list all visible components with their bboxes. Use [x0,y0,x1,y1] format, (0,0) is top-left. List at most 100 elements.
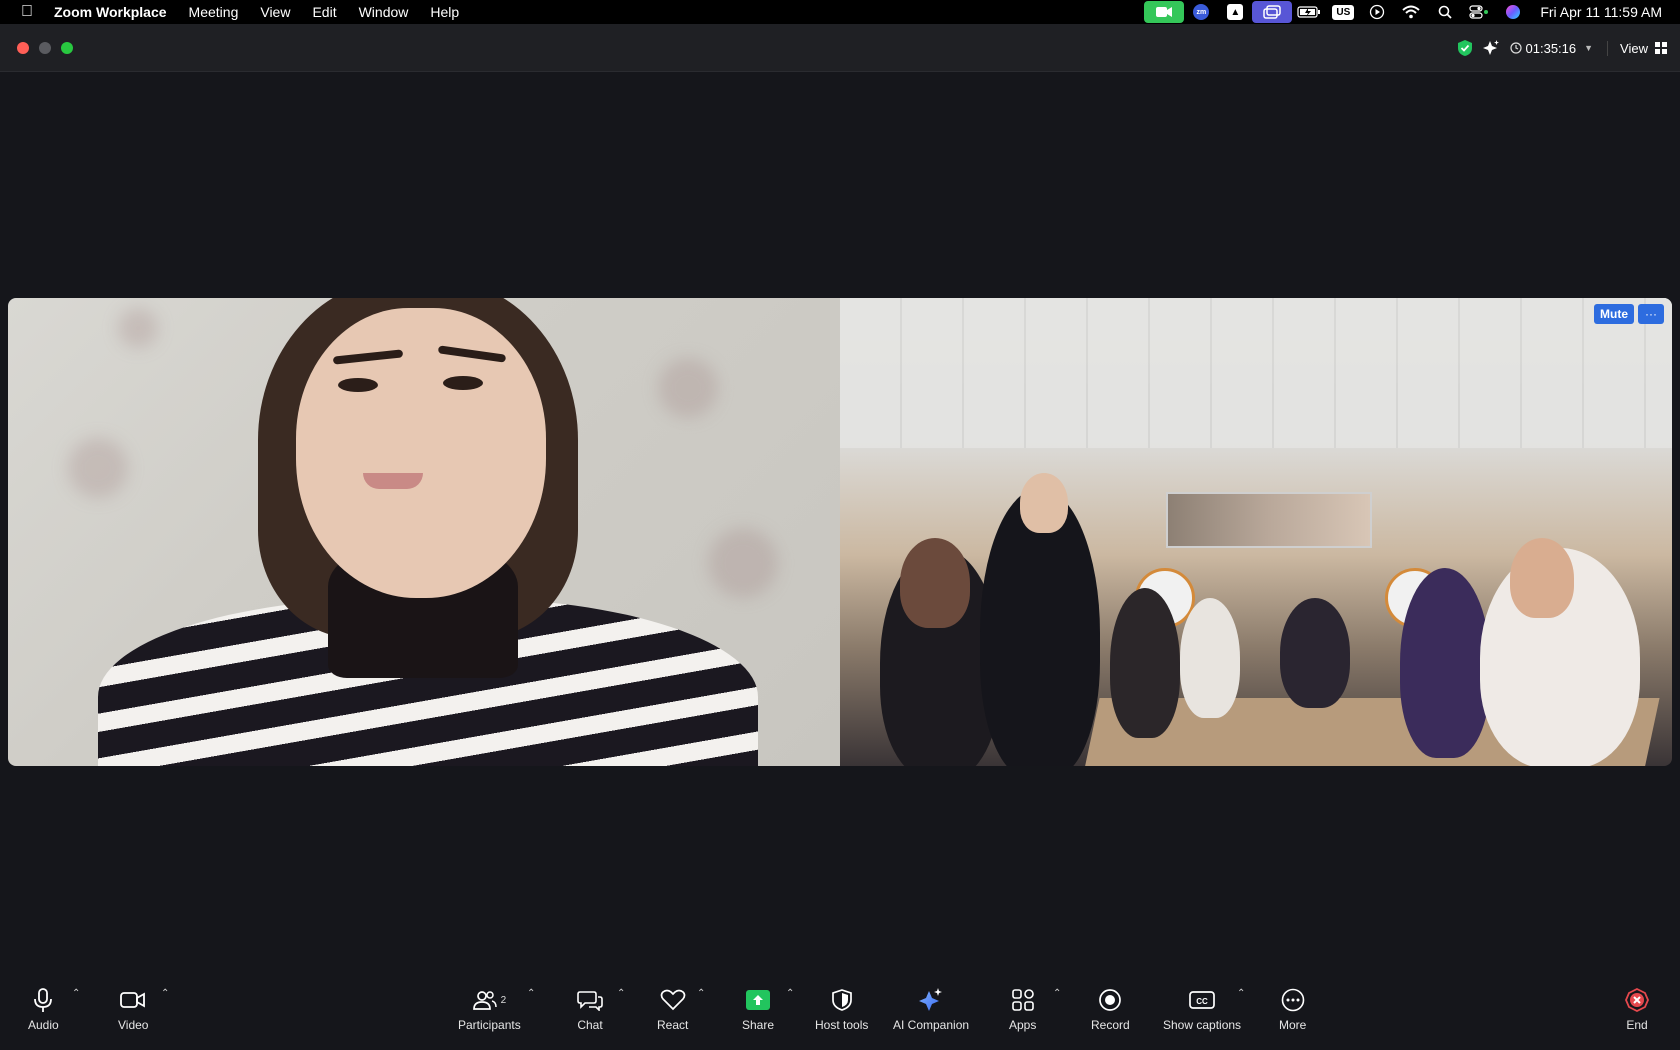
ai-companion-button[interactable]: AI Companion [893,986,969,1032]
share-label: Share [742,1018,775,1032]
apps-options-chevron-icon[interactable]: ⌃ [1053,988,1061,999]
share-button[interactable]: Share [742,986,774,1032]
drive-icon[interactable]: ▲ [1218,0,1252,24]
participants-options-chevron-icon[interactable]: ⌃ [527,988,535,999]
heart-icon [660,986,686,1014]
projector-screen [1166,492,1372,548]
app-menu-zoom-workplace[interactable]: Zoom Workplace [54,4,178,20]
chat-bubble-icon [577,986,603,1014]
view-label: View [1620,40,1648,56]
spotlight-icon[interactable] [1428,0,1462,24]
ai-sparkle-icon [918,986,944,1014]
ai-sparkle-icon[interactable] [1482,39,1500,57]
encryption-shield-icon[interactable] [1456,39,1474,57]
apps-label: Apps [1009,1018,1037,1032]
wall-pattern [658,358,718,418]
show-captions-button[interactable]: CC Show captions [1163,986,1241,1032]
participants-icon: 2 [472,986,507,1014]
video-button[interactable]: Video [118,986,148,1032]
screen-share-icon[interactable] [1252,0,1293,24]
window-titlebar: 01:35:16 ▼ View [0,24,1680,72]
attendee [1280,598,1350,708]
participants-label: Participants [458,1018,521,1032]
participant-count-badge: 2 [500,994,507,1006]
wifi-icon[interactable] [1394,0,1428,24]
room-ceiling [840,298,1672,448]
play-icon[interactable] [1360,0,1394,24]
react-options-chevron-icon[interactable]: ⌃ [697,988,705,999]
chat-options-chevron-icon[interactable]: ⌃ [617,988,625,999]
microphone-icon [32,986,54,1014]
attendee-face [1020,473,1068,533]
attendee [1180,598,1240,718]
remote-mute-button[interactable]: Mute [1594,304,1634,324]
menubar-clock[interactable]: Fri Apr 11 11:59 AM [1530,4,1680,20]
traffic-lights [17,42,73,54]
apple-menu-icon[interactable]:  [0,3,54,21]
meeting-controls-toolbar: Audio ⌃ Video ⌃ 2 Participants ⌃ Chat ⌃ … [0,980,1680,1050]
video-options-chevron-icon[interactable]: ⌃ [161,988,169,999]
participants-button[interactable]: 2 Participants [458,986,521,1032]
menu-edit[interactable]: Edit [301,4,347,20]
video-tile-remote[interactable]: Mute ··· [840,298,1672,766]
zoom-video-icon[interactable] [1144,0,1185,24]
participant-face [296,308,546,598]
react-button[interactable]: React [657,986,688,1032]
share-options-chevron-icon[interactable]: ⌃ [786,988,794,999]
record-label: Record [1091,1018,1130,1032]
react-label: React [657,1018,689,1032]
captions-options-chevron-icon[interactable]: ⌃ [1237,988,1245,999]
host-tools-button[interactable]: Host tools [815,986,868,1032]
menu-view[interactable]: View [249,4,301,20]
end-label: End [1626,1018,1648,1032]
record-icon [1098,986,1122,1014]
attendee [1110,588,1180,738]
chat-button[interactable]: Chat [577,986,603,1032]
macos-menubar:  Zoom Workplace Meeting View Edit Windo… [0,0,1680,24]
view-layout-button[interactable]: View [1620,41,1668,56]
participant-mouth [363,473,423,489]
apps-button[interactable]: Apps [1009,986,1036,1032]
shield-icon [831,986,852,1014]
more-label: More [1279,1018,1307,1032]
wall-pattern [68,438,128,498]
window-fullscreen-button[interactable] [61,42,73,54]
wall-pattern [118,308,158,348]
svg-text:CC: CC [1196,997,1208,1006]
meeting-timer[interactable]: 01:35:16 ▼ [1509,40,1609,56]
attendee-face [1510,538,1574,618]
battery-icon[interactable] [1292,0,1326,24]
ai-companion-label: AI Companion [893,1018,970,1032]
remote-more-options-button[interactable]: ··· [1638,304,1664,324]
control-center-icon[interactable] [1462,0,1496,24]
apps-icon [1011,986,1035,1014]
attendee [1400,568,1490,758]
grid-icon [1655,42,1667,54]
wall-pattern [708,528,778,598]
siri-icon[interactable] [1496,0,1530,24]
menu-help[interactable]: Help [419,4,470,20]
meeting-elapsed-time: 01:35:16 [1525,40,1577,56]
meeting-stage: Mute ··· [0,72,1680,980]
participant-eye [443,376,483,390]
audio-button[interactable]: Audio [28,986,59,1032]
end-meeting-button[interactable]: End [1625,986,1649,1032]
video-tile-self[interactable] [8,298,840,766]
end-call-icon [1625,986,1649,1014]
record-button[interactable]: Record [1091,986,1130,1032]
audio-label: Audio [28,1018,59,1032]
chevron-down-icon: ▼ [1584,43,1594,53]
more-button[interactable]: More [1279,986,1306,1032]
video-camera-icon [120,986,146,1014]
zoom-mini-icon[interactable]: zm [1184,0,1218,24]
share-screen-icon [746,986,771,1014]
window-minimize-button[interactable] [39,42,51,54]
menu-window[interactable]: Window [348,4,420,20]
host-tools-label: Host tools [815,1018,869,1032]
menu-meeting[interactable]: Meeting [178,4,250,20]
attendee-headscarf [900,538,970,628]
input-source-icon[interactable]: US [1326,0,1360,24]
audio-options-chevron-icon[interactable]: ⌃ [72,988,80,999]
video-label: Video [118,1018,149,1032]
window-close-button[interactable] [17,42,29,54]
